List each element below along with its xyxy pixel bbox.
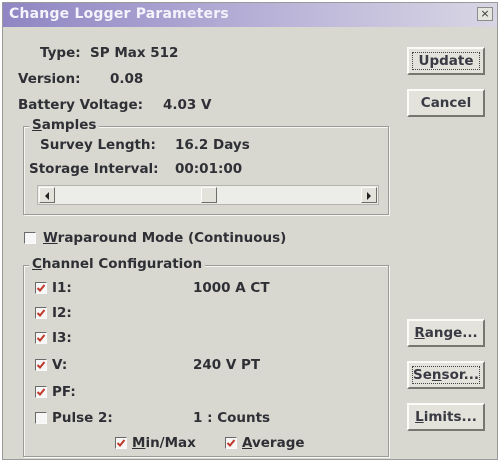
average-checkbox[interactable] xyxy=(225,437,237,449)
channel-title-rest: hannel Configuration xyxy=(41,256,203,272)
storage-interval-scrollbar[interactable] xyxy=(37,185,379,205)
channel-i1-value: 1000 A CT xyxy=(193,280,270,296)
limits-button-accel: L xyxy=(415,409,424,425)
channel-pulse2-checkbox[interactable] xyxy=(35,412,47,424)
wraparound-checkbox[interactable] xyxy=(24,232,36,244)
version-label: Version: xyxy=(18,71,81,87)
channel-i1-label[interactable]: I1: xyxy=(52,280,72,296)
channel-configuration-title: Channel Configuration xyxy=(29,256,206,272)
sensor-button-accel: n xyxy=(431,367,442,383)
minmax-label[interactable]: Min/Max xyxy=(132,435,196,451)
battery-voltage-value: 4.03 V xyxy=(163,97,212,113)
minmax-label-rest: in/Max xyxy=(145,435,196,451)
update-button-label: Update xyxy=(418,53,474,69)
channel-i1-checkbox[interactable] xyxy=(35,282,47,294)
samples-group-title: Samples xyxy=(29,117,100,133)
checkmark-icon xyxy=(36,361,46,369)
range-button[interactable]: Range... xyxy=(407,319,485,347)
samples-title-rest: amples xyxy=(41,117,97,133)
wraparound-label-rest: raparound Mode (Continuous) xyxy=(57,230,287,246)
channel-v-checkbox[interactable] xyxy=(35,359,47,371)
change-logger-parameters-dialog: Change Logger Parameters × Type: SP Max … xyxy=(2,2,498,460)
limits-button-label-suffix: imits... xyxy=(423,409,477,425)
minmax-checkbox[interactable] xyxy=(115,437,127,449)
checkmark-icon xyxy=(116,439,126,447)
type-value: SP Max 512 xyxy=(90,45,179,61)
window-title: Change Logger Parameters xyxy=(9,6,229,22)
minmax-accel: M xyxy=(132,435,146,451)
samples-title-accel: S xyxy=(32,117,42,133)
average-label[interactable]: Average xyxy=(242,435,305,451)
storage-interval-value: 00:01:00 xyxy=(175,161,243,177)
checkmark-icon xyxy=(36,284,46,292)
version-value: 0.08 xyxy=(110,71,144,87)
channel-v-label[interactable]: V: xyxy=(52,357,67,373)
sensor-button-label-suffix: sor... xyxy=(441,367,479,383)
channel-pf-label[interactable]: PF: xyxy=(52,384,76,400)
arrow-right-icon xyxy=(367,192,371,200)
average-accel: A xyxy=(242,435,252,451)
range-button-accel: R xyxy=(414,325,425,341)
channel-i2-label[interactable]: I2: xyxy=(52,305,72,321)
sensor-button-label-prefix: Se xyxy=(413,367,432,383)
storage-interval-label: Storage Interval: xyxy=(29,161,159,177)
type-label: Type: xyxy=(40,45,81,61)
cancel-button[interactable]: Cancel xyxy=(407,89,485,117)
channel-pulse2-label[interactable]: Pulse 2: xyxy=(52,410,113,426)
cancel-button-label: Cancel xyxy=(420,95,472,111)
channel-pf-checkbox[interactable] xyxy=(35,386,47,398)
update-button[interactable]: Update xyxy=(407,47,485,75)
title-bar[interactable]: Change Logger Parameters × xyxy=(3,3,497,27)
channel-v-value: 240 V PT xyxy=(193,357,261,373)
survey-length-value: 16.2 Days xyxy=(175,137,250,153)
average-label-rest: verage xyxy=(251,435,305,451)
range-button-label-suffix: ange... xyxy=(424,325,478,341)
close-button[interactable]: × xyxy=(477,7,493,21)
wraparound-accel: W xyxy=(43,230,58,246)
checkmark-icon xyxy=(36,309,46,317)
wraparound-label[interactable]: Wraparound Mode (Continuous) xyxy=(43,230,286,246)
channel-i3-checkbox[interactable] xyxy=(35,332,47,344)
survey-length-label: Survey Length: xyxy=(40,137,156,153)
checkmark-icon xyxy=(226,439,236,447)
arrow-left-icon xyxy=(45,192,49,200)
checkmark-icon xyxy=(36,388,46,396)
scroll-thumb[interactable] xyxy=(201,187,217,203)
channel-i2-checkbox[interactable] xyxy=(35,307,47,319)
sensor-button[interactable]: Sensor... xyxy=(407,361,485,389)
channel-i3-label[interactable]: I3: xyxy=(52,330,72,346)
scroll-left-button[interactable] xyxy=(39,187,55,203)
limits-button[interactable]: Limits... xyxy=(407,403,485,431)
close-icon: × xyxy=(480,7,490,20)
channel-pulse2-value: 1 : Counts xyxy=(193,410,271,426)
scroll-right-button[interactable] xyxy=(361,187,377,203)
checkmark-icon xyxy=(36,334,46,342)
battery-voltage-label: Battery Voltage: xyxy=(18,97,144,113)
channel-title-accel: C xyxy=(32,256,42,272)
